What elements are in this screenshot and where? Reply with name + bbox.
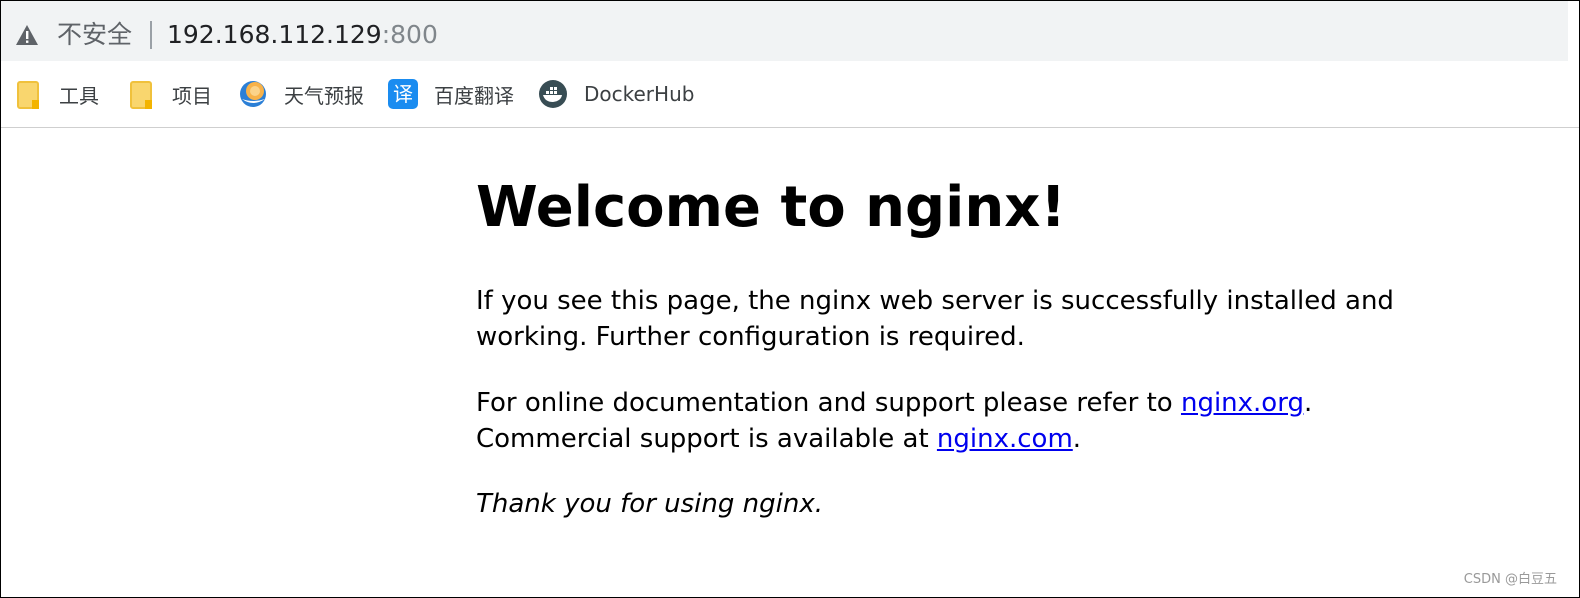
thank-you-message: Thank you for using nginx. (476, 489, 823, 519)
bookmark-label: 项目 (172, 83, 212, 108)
security-status-label[interactable]: 不安全 (57, 17, 132, 53)
watermark: CSDN @白豆五 (1463, 572, 1557, 587)
url-text[interactable]: 192.168.112.129:800 (167, 17, 438, 53)
page-content: Welcome to nginx! If you see this page, … (476, 166, 1436, 519)
bookmark-tools[interactable]: 工具 (17, 78, 99, 110)
weather-icon (238, 79, 268, 109)
support-text: For online documentation and support ple… (476, 388, 1181, 418)
bookmark-label: 百度翻译 (434, 83, 514, 108)
address-bar[interactable]: 不安全 192.168.112.129:800 (1, 1, 1568, 61)
bookmark-label: 天气预报 (284, 83, 364, 108)
bookmark-weather[interactable]: 天气预报 (238, 78, 364, 110)
address-separator (150, 21, 152, 49)
nginx-com-link[interactable]: nginx.com (937, 424, 1073, 454)
url-port: :800 (381, 20, 438, 49)
install-message: If you see this page, the nginx web serv… (476, 286, 1394, 352)
commercial-text: Commercial support is available at (476, 424, 937, 454)
bookmarks-bar: 工具 项目 天气预报 译 百度翻译 DockerHub (1, 61, 1579, 128)
bookmark-label: 工具 (59, 83, 99, 108)
browser-window: 不安全 192.168.112.129:800 工具 项目 天气预报 译 百度翻… (0, 0, 1580, 598)
docker-icon (538, 79, 568, 109)
bookmark-projects[interactable]: 项目 (130, 78, 212, 110)
bookmark-label: DockerHub (584, 82, 695, 106)
support-message: For online documentation and support ple… (476, 385, 1436, 457)
commercial-text-end: . (1072, 424, 1082, 454)
page-title: Welcome to nginx! (476, 175, 1066, 240)
bookmark-dockerhub[interactable]: DockerHub (538, 78, 694, 110)
nginx-org-link[interactable]: nginx.org (1181, 388, 1304, 418)
folder-icon (17, 80, 39, 109)
folder-icon (130, 80, 152, 109)
translate-icon: 译 (388, 79, 418, 109)
url-host: 192.168.112.129 (167, 20, 382, 49)
warning-triangle-icon[interactable] (15, 24, 39, 46)
bookmark-baidu-translate[interactable]: 译 百度翻译 (388, 78, 514, 110)
support-text-end: . (1303, 388, 1313, 418)
